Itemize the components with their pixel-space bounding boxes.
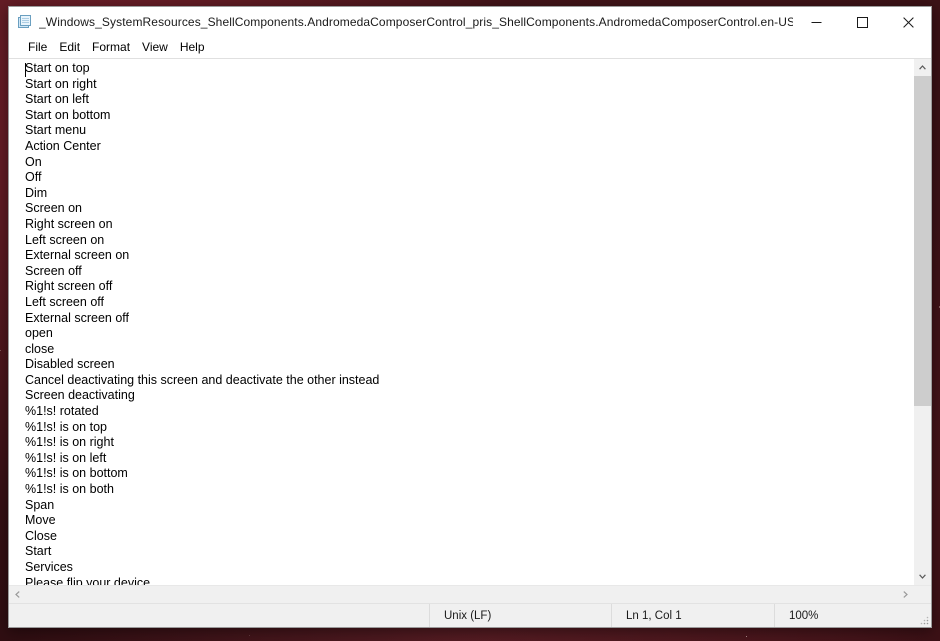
menu-item-format[interactable]: Format xyxy=(86,39,136,56)
wallpaper-star xyxy=(0,350,2,352)
resize-grip-icon[interactable] xyxy=(913,604,931,627)
chevron-left-icon xyxy=(15,591,20,598)
menu-item-file[interactable]: File xyxy=(22,39,53,56)
text-line: Dim xyxy=(25,185,48,200)
maximize-button[interactable] xyxy=(839,7,885,37)
menu-item-view[interactable]: View xyxy=(136,39,174,56)
text-line: On xyxy=(25,154,42,169)
text-line: Left screen on xyxy=(25,232,105,247)
text-line: close xyxy=(25,341,55,356)
window-controls xyxy=(793,7,931,37)
text-line: Cancel deactivating this screen and deac… xyxy=(25,372,380,387)
status-bar: Unix (LF) Ln 1, Col 1 100% xyxy=(9,603,931,627)
wallpaper-star xyxy=(249,635,251,637)
menu-bar: File Edit Format View Help xyxy=(9,37,931,58)
text-line: Span xyxy=(25,497,55,512)
status-bar-spacer xyxy=(9,604,429,627)
text-line: %1!s! is on right xyxy=(25,435,114,450)
text-line: Close xyxy=(25,528,57,543)
text-caret xyxy=(25,63,26,77)
text-line: Right screen on xyxy=(25,216,113,231)
text-line: External screen on xyxy=(25,248,130,263)
scrollbar-corner xyxy=(914,586,931,603)
text-line: open xyxy=(25,326,53,341)
scroll-left-button[interactable] xyxy=(9,586,26,603)
text-line: Start on top xyxy=(25,61,90,75)
horizontal-scrollbar-track[interactable] xyxy=(26,586,897,603)
status-cursor-position: Ln 1, Col 1 xyxy=(611,604,774,627)
text-line: Right screen off xyxy=(25,279,113,294)
scroll-down-button[interactable] xyxy=(914,568,931,585)
text-editor-area[interactable]: Start on top Start on right Start on left S… xyxy=(9,59,913,585)
text-line: External screen off xyxy=(25,310,129,325)
text-content: Start on top Start on right Start on left S… xyxy=(9,61,913,585)
text-line: Screen off xyxy=(25,263,82,278)
text-line: Screen deactivating xyxy=(25,388,135,403)
menu-item-help[interactable]: Help xyxy=(174,39,211,56)
status-line-ending[interactable]: Unix (LF) xyxy=(429,604,611,627)
text-line: Start on right xyxy=(25,76,97,91)
text-line: Screen on xyxy=(25,201,82,216)
text-line: Off xyxy=(25,170,42,185)
editor-region: Start on top Start on right Start on left S… xyxy=(9,58,931,585)
chevron-down-icon xyxy=(919,574,926,579)
text-line: Action Center xyxy=(25,138,101,153)
text-line: Move xyxy=(25,513,56,528)
maximize-icon xyxy=(856,16,868,28)
text-line: Start on left xyxy=(25,92,89,107)
window-title: _Windows_SystemResources_ShellComponents… xyxy=(39,15,793,29)
text-line: %1!s! rotated xyxy=(25,404,99,419)
text-line: %1!s! is on left xyxy=(25,450,107,465)
status-zoom-level[interactable]: 100% xyxy=(774,604,913,627)
notepad-window: _Windows_SystemResources_ShellComponents… xyxy=(8,6,932,628)
minimize-button[interactable] xyxy=(793,7,839,37)
wallpaper-star xyxy=(745,635,747,637)
scroll-up-button[interactable] xyxy=(914,59,931,76)
notepad-document-icon xyxy=(17,14,33,30)
text-line: Disabled screen xyxy=(25,357,115,372)
text-line: Services xyxy=(25,560,73,574)
text-line: %1!s! is on top xyxy=(25,419,107,434)
title-bar[interactable]: _Windows_SystemResources_ShellComponents… xyxy=(9,7,931,37)
menu-item-edit[interactable]: Edit xyxy=(53,39,86,56)
text-line: %1!s! is on bottom xyxy=(25,466,128,481)
vertical-scrollbar[interactable] xyxy=(913,59,931,585)
chevron-right-icon xyxy=(903,591,908,598)
close-icon xyxy=(902,16,914,28)
horizontal-scrollbar[interactable] xyxy=(9,585,931,603)
text-line: %1!s! is on both xyxy=(25,482,114,497)
scroll-right-button[interactable] xyxy=(897,586,914,603)
vertical-scrollbar-thumb[interactable] xyxy=(914,76,931,406)
text-line: Start on bottom xyxy=(25,107,111,122)
vertical-scrollbar-track[interactable] xyxy=(914,76,931,568)
minimize-icon xyxy=(811,21,821,23)
text-line: Start menu xyxy=(25,123,87,138)
text-line: Please flip your device. xyxy=(25,575,154,585)
text-line: Left screen off xyxy=(25,294,104,309)
text-line: Start xyxy=(25,544,52,559)
close-button[interactable] xyxy=(885,7,931,37)
chevron-up-icon xyxy=(919,65,926,70)
